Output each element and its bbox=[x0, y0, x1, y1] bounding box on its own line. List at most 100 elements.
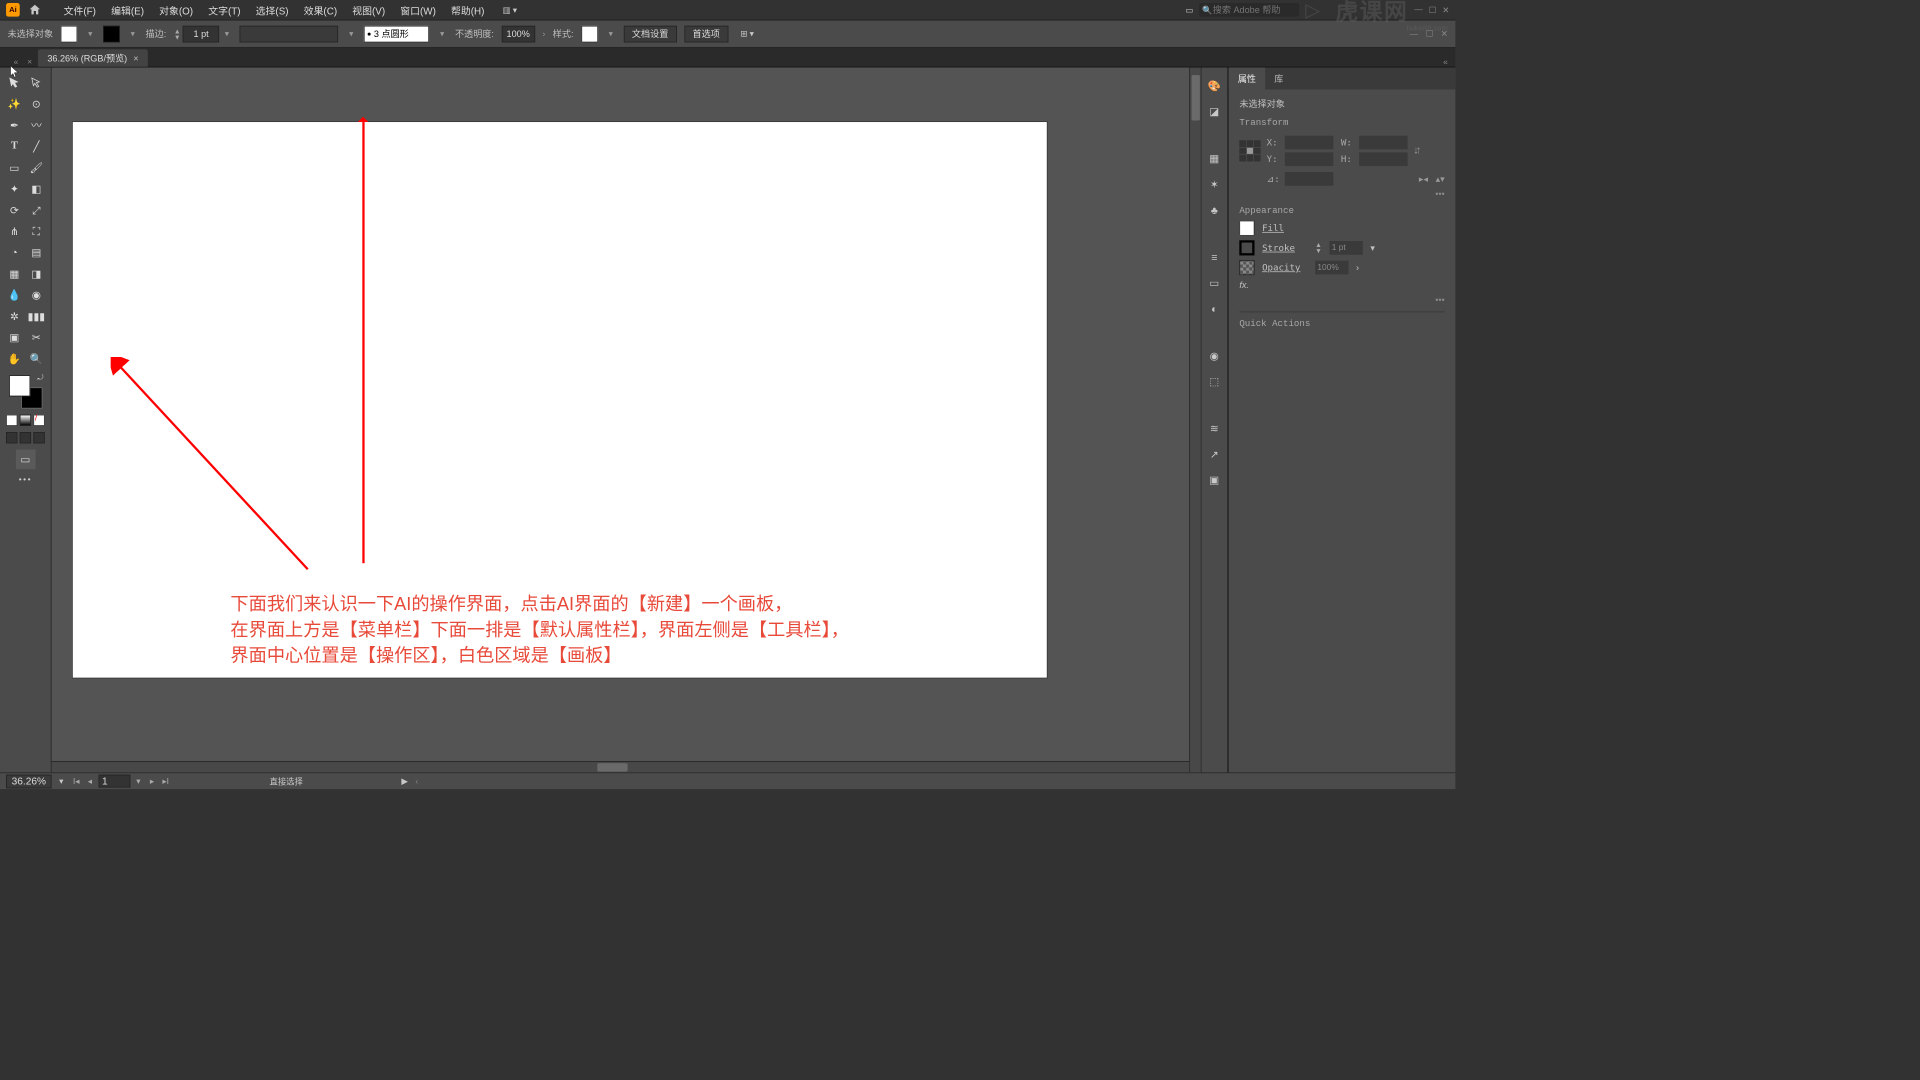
fill-swatch[interactable] bbox=[61, 25, 78, 42]
appearance-panel-icon[interactable]: ◉ bbox=[1207, 348, 1222, 363]
stroke-dd-panel[interactable]: ▾ bbox=[1370, 243, 1375, 254]
menu-window[interactable]: 窗口(W) bbox=[393, 0, 444, 20]
perspective-tool[interactable]: ▤ bbox=[25, 242, 47, 263]
opacity-swatch-panel[interactable] bbox=[1239, 260, 1254, 275]
draw-inside-icon[interactable] bbox=[33, 432, 44, 443]
stroke-swatch[interactable] bbox=[103, 25, 120, 42]
magic-wand-tool[interactable]: ✨ bbox=[3, 93, 25, 114]
free-transform-tool[interactable]: ⛶ bbox=[25, 221, 47, 242]
window-max-icon[interactable]: ☐ bbox=[1429, 5, 1436, 15]
symbol-sprayer-tool[interactable]: ✲ bbox=[3, 305, 25, 326]
eyedropper-tool[interactable]: 💧 bbox=[3, 284, 25, 305]
style-dd[interactable]: ▾ bbox=[605, 29, 616, 39]
style-swatch[interactable] bbox=[581, 25, 598, 42]
appearance-more-icon[interactable]: ••• bbox=[1239, 295, 1444, 306]
zoom-dd[interactable]: ▾ bbox=[59, 776, 63, 786]
fill-color[interactable] bbox=[9, 375, 30, 396]
fx-label[interactable]: fx. bbox=[1239, 280, 1444, 291]
none-mode-icon[interactable]: / bbox=[33, 415, 44, 426]
menu-type[interactable]: 文字(T) bbox=[201, 0, 248, 20]
fill-dd[interactable]: ▾ bbox=[85, 29, 96, 39]
flip-h-icon[interactable]: ▸◂ bbox=[1419, 174, 1428, 185]
rotate-tool[interactable]: ⟳ bbox=[3, 199, 25, 220]
fill-swatch-panel[interactable] bbox=[1239, 221, 1254, 236]
pen-tool[interactable]: ✒ bbox=[3, 114, 25, 135]
prefs-button[interactable]: 首选项 bbox=[684, 25, 728, 42]
menu-object[interactable]: 对象(O) bbox=[152, 0, 201, 20]
zoom-tool[interactable]: 🔍 bbox=[25, 348, 47, 369]
shape-builder-tool[interactable]: ◔ bbox=[3, 242, 25, 263]
color-guide-panel-icon[interactable]: ◪ bbox=[1207, 104, 1222, 119]
type-tool[interactable]: T bbox=[3, 136, 25, 157]
fill-stroke-swatches[interactable]: ⤾ bbox=[9, 375, 42, 408]
status-left-icon[interactable]: ‹ bbox=[415, 777, 418, 786]
window-close-icon[interactable]: ✕ bbox=[1442, 5, 1449, 15]
scale-tool[interactable]: ⤢ bbox=[25, 199, 47, 220]
h-input[interactable] bbox=[1359, 152, 1408, 166]
draw-normal-icon[interactable] bbox=[6, 432, 17, 443]
last-artboard-icon[interactable]: ▸I bbox=[160, 776, 171, 786]
document-tab[interactable]: 36.26% (RGB/预览) × bbox=[38, 49, 147, 66]
line-tool[interactable]: ╱ bbox=[25, 136, 47, 157]
w-input[interactable] bbox=[1359, 136, 1408, 150]
opacity-open-panel-icon[interactable]: › bbox=[1356, 262, 1359, 273]
transparency-panel-icon[interactable]: ◐ bbox=[1207, 301, 1222, 316]
variable-width-dd[interactable] bbox=[240, 25, 339, 42]
flip-v-icon[interactable]: ▴▾ bbox=[1436, 174, 1445, 185]
constrain-wh-icon[interactable]: ⮃ bbox=[1414, 145, 1421, 156]
gradient-tool[interactable]: ◨ bbox=[25, 263, 47, 284]
menu-file[interactable]: 文件(F) bbox=[56, 0, 103, 20]
x-input[interactable] bbox=[1285, 136, 1334, 150]
brush-def-dd[interactable]: 3 点圆形 bbox=[364, 25, 429, 42]
align-to-icon[interactable]: ⊞ ▾ bbox=[740, 29, 753, 39]
swap-fill-stroke-icon[interactable]: ⤾ bbox=[37, 374, 43, 382]
asset-export-panel-icon[interactable]: ↗ bbox=[1207, 446, 1222, 461]
screen-mode-icon[interactable]: ▭ bbox=[16, 449, 36, 469]
width-tool[interactable]: ⋔ bbox=[3, 221, 25, 242]
opacity-open-icon[interactable]: › bbox=[542, 29, 545, 38]
home-icon[interactable] bbox=[27, 3, 42, 17]
menu-effect[interactable]: 效果(C) bbox=[296, 0, 345, 20]
tab-libraries[interactable]: 库 bbox=[1265, 67, 1292, 89]
paintbrush-tool[interactable]: 🖌 bbox=[25, 157, 47, 178]
layers-panel-icon[interactable]: ≋ bbox=[1207, 421, 1222, 436]
help-search-input[interactable] bbox=[1213, 5, 1296, 16]
workspace-switcher-icon[interactable]: ▥ ▾ bbox=[503, 5, 517, 15]
curvature-tool[interactable]: 〰 bbox=[25, 114, 47, 135]
menu-help[interactable]: 帮助(H) bbox=[443, 0, 492, 20]
canvas-area[interactable]: 下面我们来认识一下AI的操作界面，点击AI界面的【新建】一个画板， 在界面上方是… bbox=[52, 67, 1201, 772]
stroke-dd[interactable]: ▾ bbox=[127, 29, 138, 39]
color-mode-icon[interactable] bbox=[6, 415, 17, 426]
tab-collapse-icon[interactable]: « bbox=[1443, 58, 1455, 67]
arrange-docs-icon[interactable]: ▭ bbox=[1185, 5, 1193, 15]
opacity-panel-input[interactable] bbox=[1315, 261, 1348, 275]
rectangle-tool[interactable]: ▭ bbox=[3, 157, 25, 178]
artboard-tool[interactable]: ▣ bbox=[3, 327, 25, 348]
vertical-scrollbar[interactable] bbox=[1189, 67, 1200, 772]
stroke-weight-input[interactable] bbox=[183, 25, 219, 42]
status-play-icon[interactable]: ▶ bbox=[401, 776, 407, 786]
stroke-weight-dd[interactable]: ▾ bbox=[222, 29, 233, 39]
graph-tool[interactable]: ▮▮▮ bbox=[25, 305, 47, 326]
artboard[interactable]: 下面我们来认识一下AI的操作界面，点击AI界面的【新建】一个画板， 在界面上方是… bbox=[73, 122, 1047, 678]
horizontal-scrollbar[interactable] bbox=[52, 761, 1190, 772]
swatches-panel-icon[interactable]: ▦ bbox=[1207, 151, 1222, 166]
gradient-mode-icon[interactable] bbox=[20, 415, 31, 426]
stroke-swatch-panel[interactable] bbox=[1239, 240, 1254, 255]
stroke-stepper-panel-icon[interactable]: ▲▼ bbox=[1315, 242, 1322, 254]
gradient-panel-icon[interactable]: ▭ bbox=[1207, 275, 1222, 290]
opacity-input[interactable] bbox=[502, 25, 535, 42]
window-min-icon[interactable]: — bbox=[1414, 5, 1422, 14]
brushes-panel-icon[interactable]: ✶ bbox=[1207, 177, 1222, 192]
doc-setup-button[interactable]: 文档设置 bbox=[624, 25, 677, 42]
reference-point-icon[interactable] bbox=[1239, 140, 1260, 161]
menu-select[interactable]: 选择(S) bbox=[248, 0, 296, 20]
tab-close-icon[interactable]: × bbox=[133, 53, 138, 64]
angle-input[interactable] bbox=[1285, 172, 1334, 186]
tab-close-small-icon[interactable]: × bbox=[27, 58, 38, 67]
blend-tool[interactable]: ◉ bbox=[25, 284, 47, 305]
zoom-select[interactable] bbox=[6, 774, 51, 788]
stroke-panel-icon[interactable]: ≡ bbox=[1207, 249, 1222, 264]
hand-tool[interactable]: ✋ bbox=[3, 348, 25, 369]
help-search[interactable]: 🔍 bbox=[1199, 3, 1299, 17]
